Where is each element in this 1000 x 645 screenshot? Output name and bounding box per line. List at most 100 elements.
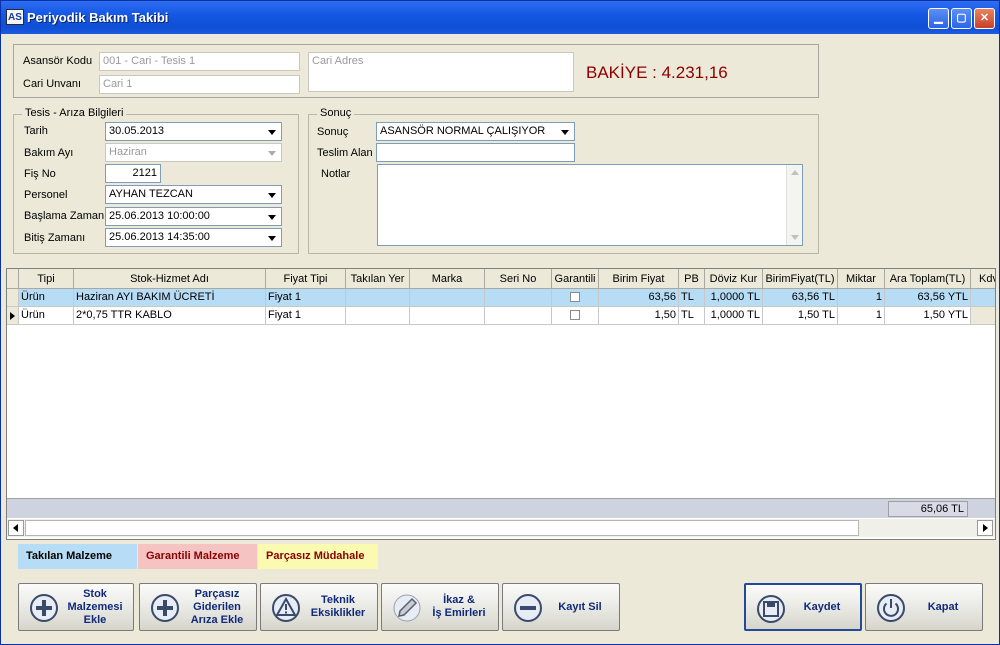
column-header-birim-fiyat-tl[interactable]: BirimFiyat(TL) [763, 269, 838, 289]
column-header-ara-toplam[interactable]: Ara Toplam(TL) [885, 269, 971, 289]
bitis-zamani-datepicker[interactable]: 25.06.2013 14:35:00 [105, 228, 282, 247]
cari-unvani-field[interactable]: Cari 1 [99, 75, 300, 94]
cell-fiyat-tipi[interactable]: Fiyat 1 [266, 307, 346, 325]
kaydet-label: Kaydet [803, 600, 841, 613]
column-header-pb[interactable]: PB [679, 269, 705, 289]
chevron-down-icon[interactable] [265, 230, 280, 245]
legend-garantili-malzeme: Garantili Malzeme [138, 544, 257, 569]
cell-seri-no[interactable] [485, 307, 552, 325]
asansor-kodu-field[interactable]: 001 - Cari - Tesis 1 [99, 52, 300, 71]
garantili-checkbox[interactable] [570, 310, 580, 321]
column-header-marka[interactable]: Marka [410, 269, 485, 289]
cell-stok-hizmet-adi[interactable]: Haziran AYI BAKIM ÜCRETİ [74, 289, 266, 307]
column-header-garantili[interactable]: Garantili [552, 269, 599, 289]
cell-doviz-kur[interactable]: 1,0000 TL [705, 307, 763, 325]
table-row[interactable]: Ürün 2*0,75 TTR KABLO Fiyat 1 1,50 TL 1,… [7, 307, 995, 325]
grid-horizontal-scrollbar[interactable] [7, 519, 995, 537]
cell-marka[interactable] [410, 289, 485, 307]
cell-tipi[interactable]: Ürün [19, 289, 74, 307]
tarih-datepicker[interactable]: 30.05.2013 [105, 122, 282, 141]
grid-corner [7, 269, 19, 289]
row-indicator[interactable] [7, 307, 19, 325]
maximize-button[interactable]: ▢ [951, 8, 972, 29]
minimize-button[interactable]: ▁ [928, 8, 949, 29]
parcasiz-ariza-ekle-label: Parçasız Giderilen Arıza Ekle [190, 587, 244, 626]
cell-tipi[interactable]: Ürün [19, 307, 74, 325]
chevron-down-icon[interactable] [265, 145, 280, 160]
cell-birim-fiyat-tl[interactable]: 1,50 TL [763, 307, 838, 325]
baslama-zamani-datepicker[interactable]: 25.06.2013 10:00:00 [105, 207, 282, 226]
parcasiz-ariza-ekle-button[interactable]: Parçasız Giderilen Arıza Ekle [139, 583, 257, 631]
scroll-left-button[interactable] [8, 520, 24, 536]
cell-kdv[interactable]: 1 [971, 289, 995, 307]
app-logo-icon: AS [6, 9, 24, 25]
teslim-alan-field[interactable] [376, 143, 575, 162]
cell-ara-toplam[interactable]: 1,50 YTL [885, 307, 971, 325]
sonuc-value: ASANSÖR NORMAL ÇALIŞIYOR [380, 125, 546, 137]
column-header-stok-hizmet-adi[interactable]: Stok-Hizmet Adı [74, 269, 266, 289]
cell-fiyat-tipi[interactable]: Fiyat 1 [266, 289, 346, 307]
bakim-ayi-select[interactable]: Haziran [105, 143, 282, 162]
stok-malzemesi-ekle-button[interactable]: Stok Malzemesi Ekle [18, 583, 134, 631]
cell-takilan-yer[interactable] [346, 307, 410, 325]
cell-pb[interactable]: TL [679, 307, 705, 325]
cell-doviz-kur[interactable]: 1,0000 TL [705, 289, 763, 307]
chevron-down-icon[interactable] [265, 187, 280, 202]
cell-garantili[interactable] [552, 307, 599, 325]
column-header-kdv[interactable]: Kdv [971, 269, 995, 289]
column-header-birim-fiyat[interactable]: Birim Fiyat [599, 269, 679, 289]
chevron-down-icon[interactable] [558, 124, 573, 139]
cell-birim-fiyat[interactable]: 1,50 [599, 307, 679, 325]
cell-miktar[interactable]: 1 [838, 289, 885, 307]
notlar-label: Notlar [321, 168, 351, 180]
teslim-alan-label: Teslim Alan [317, 147, 373, 159]
scroll-right-button[interactable] [977, 520, 993, 536]
cell-pb[interactable]: TL [679, 289, 705, 307]
cell-stok-hizmet-adi[interactable]: 2*0,75 TTR KABLO [74, 307, 266, 325]
baslama-zamani-label: Başlama Zamanı [24, 210, 108, 222]
cell-takilan-yer[interactable] [346, 289, 410, 307]
fis-no-field[interactable]: 2121 [105, 164, 161, 183]
column-header-tipi[interactable]: Tipi [19, 269, 74, 289]
asansor-kodu-label: Asansör Kodu [23, 55, 93, 67]
column-header-doviz-kur[interactable]: Döviz Kur [705, 269, 763, 289]
table-row[interactable]: Ürün Haziran AYI BAKIM ÜCRETİ Fiyat 1 63… [7, 289, 995, 307]
ikaz-is-emirleri-button[interactable]: İkaz & İş Emirleri [381, 583, 499, 631]
kapat-button[interactable]: Kapat [865, 583, 983, 631]
title-bar[interactable]: AS Periyodik Bakım Takibi ▁ ▢ ✕ [1, 1, 999, 34]
items-grid[interactable]: Tipi Stok-Hizmet Adı Fiyat Tipi Takılan … [6, 268, 996, 540]
cell-birim-fiyat[interactable]: 63,56 [599, 289, 679, 307]
cell-seri-no[interactable] [485, 289, 552, 307]
cell-kdv[interactable] [971, 307, 995, 325]
personel-value: AYHAN TEZCAN [109, 188, 193, 200]
warning-icon [272, 594, 300, 622]
garantili-checkbox[interactable] [570, 292, 580, 303]
cell-miktar[interactable]: 1 [838, 307, 885, 325]
cari-adres-field[interactable]: Cari Adres [308, 52, 574, 92]
add-circle-icon [30, 594, 58, 622]
cell-garantili[interactable] [552, 289, 599, 307]
column-header-miktar[interactable]: Miktar [838, 269, 885, 289]
cell-birim-fiyat-tl[interactable]: 63,56 TL [763, 289, 838, 307]
scroll-thumb[interactable] [25, 520, 859, 536]
chevron-down-icon[interactable] [265, 124, 280, 139]
column-header-fiyat-tipi[interactable]: Fiyat Tipi [266, 269, 346, 289]
column-header-takilan-yer[interactable]: Takılan Yer [346, 269, 410, 289]
teknik-eksiklikler-button[interactable]: Teknik Eksiklikler [260, 583, 378, 631]
grid-header: Tipi Stok-Hizmet Adı Fiyat Tipi Takılan … [7, 269, 995, 289]
close-button[interactable]: ✕ [974, 8, 995, 29]
cell-marka[interactable] [410, 307, 485, 325]
stok-malzemesi-ekle-label: Stok Malzemesi Ekle [67, 587, 123, 626]
cell-ara-toplam[interactable]: 63,56 YTL [885, 289, 971, 307]
notlar-textarea[interactable] [377, 164, 803, 246]
column-header-seri-no[interactable]: Seri No [485, 269, 552, 289]
fis-no-label: Fiş No [24, 168, 56, 180]
kayit-sil-button[interactable]: Kayıt Sil [502, 583, 620, 631]
arrow-left-icon [13, 524, 18, 532]
row-indicator[interactable] [7, 289, 19, 307]
personel-select[interactable]: AYHAN TEZCAN [105, 185, 282, 204]
kaydet-button[interactable]: Kaydet [744, 583, 862, 631]
notlar-scrollbar[interactable] [786, 165, 802, 245]
sonuc-select[interactable]: ASANSÖR NORMAL ÇALIŞIYOR [376, 122, 575, 141]
chevron-down-icon[interactable] [265, 209, 280, 224]
